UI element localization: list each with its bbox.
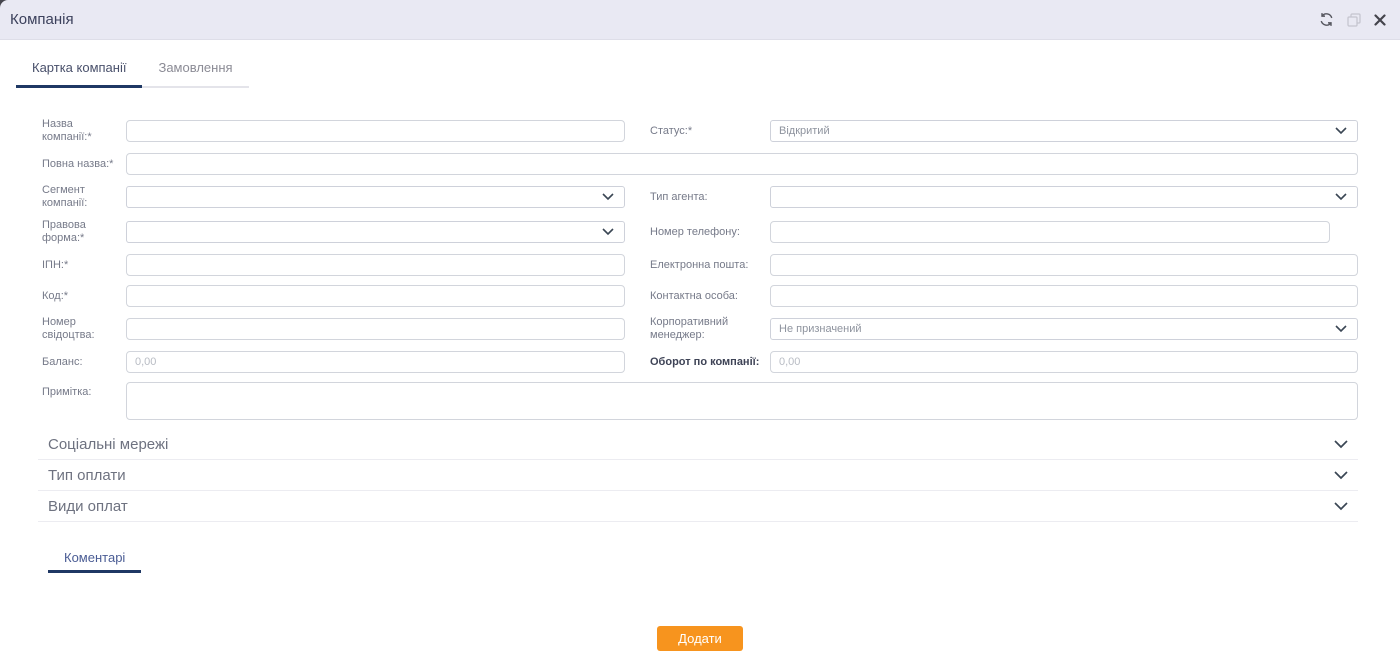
- window-controls: [1319, 12, 1386, 27]
- code-input[interactable]: [126, 285, 625, 307]
- section-payment-type[interactable]: Тип оплати: [38, 460, 1358, 491]
- status-select[interactable]: Відкритий: [770, 120, 1358, 142]
- full-name-input[interactable]: [126, 153, 1358, 175]
- add-button[interactable]: Додати: [657, 626, 743, 651]
- dialog-footer: Додати: [0, 626, 1400, 651]
- status-label: Статус:*: [650, 124, 693, 137]
- legal-form-label: Правова форма:*: [42, 219, 86, 244]
- section-social-networks[interactable]: Соціальні мережі: [38, 429, 1358, 460]
- email-input[interactable]: [770, 254, 1358, 276]
- note-label: Примітка:: [42, 386, 92, 398]
- restore-icon[interactable]: [1347, 12, 1361, 27]
- form-row: ІПН:* Електронна пошта:: [42, 254, 1358, 276]
- email-label: Електронна пошта:: [650, 258, 749, 271]
- legal-form-select[interactable]: [126, 221, 625, 243]
- status-select-value: Відкритий: [779, 125, 830, 137]
- form-row: Код:* Контактна особа:: [42, 285, 1358, 307]
- manager-select-value: Не призначений: [779, 323, 862, 335]
- certificate-label: Номер свідоцтва:: [42, 316, 95, 341]
- balance-label: Баланс:: [42, 355, 83, 368]
- form-row: Примітка:: [42, 382, 1358, 420]
- tab-comments[interactable]: Коментарі: [48, 544, 142, 573]
- accordion-sections: Соціальні мережі Тип оплати Види оплат: [38, 429, 1358, 522]
- contact-person-label: Контактна особа:: [650, 289, 738, 302]
- ipn-input[interactable]: [126, 254, 625, 276]
- chevron-down-icon: [1335, 127, 1347, 135]
- form-row: Баланс: Оборот по компанії:: [42, 351, 1358, 373]
- form-row: Правова форма:* Номер телефону:: [42, 219, 1358, 245]
- tab-company-card[interactable]: Картка компанії: [16, 48, 143, 88]
- turnover-input[interactable]: [770, 351, 1358, 373]
- certificate-input[interactable]: [126, 318, 625, 340]
- chevron-down-icon: [1334, 501, 1348, 511]
- full-name-label: Повна назва:*: [42, 157, 114, 170]
- section-payment-kinds[interactable]: Види оплат: [38, 491, 1358, 522]
- dialog-title: Компанія: [10, 11, 74, 28]
- chevron-down-icon: [602, 228, 614, 236]
- agent-type-label: Тип агента:: [650, 190, 708, 203]
- comments-tabs: Коментарі: [48, 544, 1400, 573]
- dialog-tabs: Картка компанії Замовлення: [16, 48, 1400, 88]
- phone-label: Номер телефону:: [650, 225, 740, 238]
- ipn-label: ІПН:*: [42, 258, 69, 271]
- chevron-down-icon: [602, 193, 614, 201]
- balance-input[interactable]: [126, 351, 625, 373]
- segment-select[interactable]: [126, 186, 625, 208]
- company-name-input[interactable]: [126, 120, 625, 142]
- segment-label: Сегмент компанії:: [42, 184, 88, 209]
- refresh-icon[interactable]: [1319, 12, 1334, 27]
- section-label: Види оплат: [48, 497, 128, 515]
- chevron-down-icon: [1335, 325, 1347, 333]
- contact-person-input[interactable]: [770, 285, 1358, 307]
- company-form: Назва компанії:* Статус:* Відкритий Повн…: [42, 118, 1358, 420]
- close-icon[interactable]: [1374, 13, 1386, 26]
- form-row: Номер свідоцтва: Корпоративний менеджер:…: [42, 316, 1358, 342]
- form-row: Сегмент компанії: Тип агента:: [42, 184, 1358, 210]
- note-textarea[interactable]: [126, 382, 1358, 420]
- turnover-label: Оборот по компанії:: [650, 355, 760, 368]
- chevron-down-icon: [1334, 439, 1348, 449]
- chevron-down-icon: [1334, 470, 1348, 480]
- dialog-header: Компанія: [0, 0, 1400, 40]
- tab-orders[interactable]: Замовлення: [142, 48, 249, 88]
- manager-label: Корпоративний менеджер:: [650, 316, 729, 341]
- code-label: Код:*: [42, 289, 69, 302]
- form-row: Повна назва:*: [42, 153, 1358, 175]
- section-label: Соціальні мережі: [48, 435, 169, 453]
- chevron-down-icon: [1335, 193, 1347, 201]
- company-name-label: Назва компанії:*: [42, 118, 92, 143]
- section-label: Тип оплати: [48, 466, 126, 484]
- phone-input[interactable]: [770, 221, 1330, 243]
- agent-type-select[interactable]: [770, 186, 1358, 208]
- manager-select[interactable]: Не призначений: [770, 318, 1358, 340]
- form-row: Назва компанії:* Статус:* Відкритий: [42, 118, 1358, 144]
